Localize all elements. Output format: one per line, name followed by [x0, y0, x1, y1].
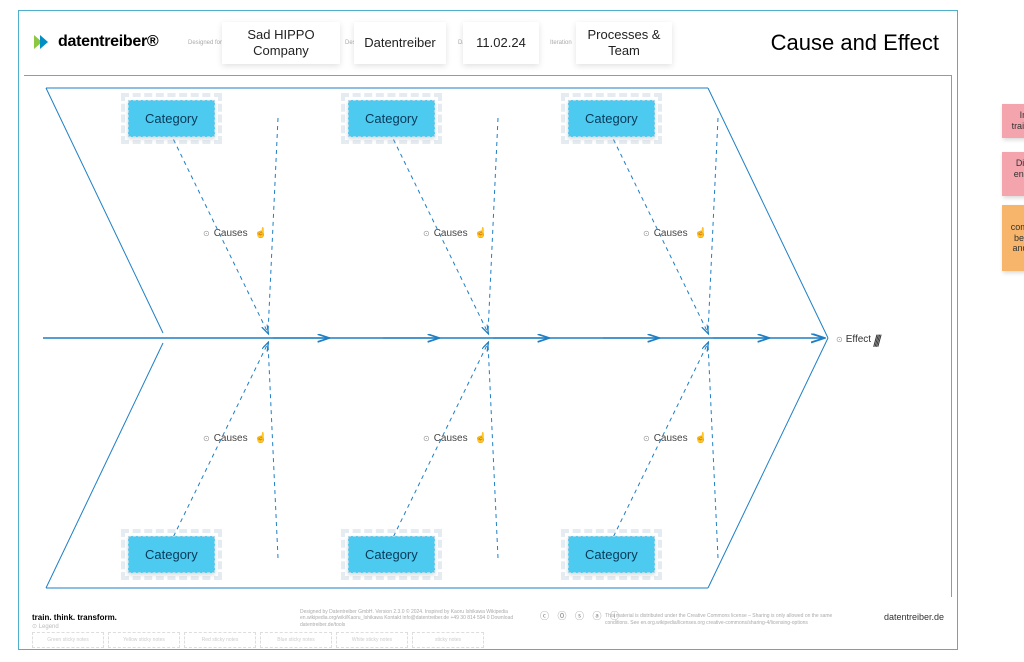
causes-label-t2: Causes — [423, 228, 487, 239]
effect-label: Effect |||| — [836, 332, 880, 347]
causes-label-b1: Causes — [203, 433, 267, 444]
fishbone-diagram: Category Category Category Category Cate… — [28, 78, 948, 588]
sticky-note-2[interactable]: Difficulties in ensuring data quality — [1002, 152, 1024, 196]
legend-title: ⊙ Legend — [32, 623, 59, 630]
sticky-note-3[interactable]: Lack of communication between data and m… — [1002, 205, 1024, 271]
sticky-note-1[interactable]: Insufficient training of staff — [1002, 104, 1024, 138]
legend-row: Green sticky notes Yellow sticky notes R… — [32, 632, 484, 648]
label-designed-for: Designed for — [188, 40, 222, 46]
causes-label-b3: Causes — [643, 433, 707, 444]
category-note-bottom-3[interactable]: Category — [568, 536, 655, 573]
fishbone-svg — [28, 78, 948, 598]
label-iteration: Iteration — [550, 40, 572, 46]
footer-license: This material is distributed under the C… — [605, 613, 835, 626]
logo-text: datentreiber® — [58, 33, 158, 51]
category-note-top-1[interactable]: Category — [128, 100, 215, 137]
page-title: Cause and Effect — [771, 30, 939, 56]
logo-icon — [32, 32, 52, 52]
category-note-top-2[interactable]: Category — [348, 100, 435, 137]
causes-label-t3: Causes — [643, 228, 707, 239]
causes-label-t1: Causes — [203, 228, 267, 239]
footer-credits: Designed by Datentreiber GmbH. Version 2… — [300, 609, 530, 629]
logo: datentreiber® — [32, 32, 158, 52]
field-iteration[interactable]: Processes & Team — [576, 22, 672, 64]
causes-label-b2: Causes — [423, 433, 487, 444]
category-note-bottom-1[interactable]: Category — [128, 536, 215, 573]
legend-box: Blue sticky notes — [260, 632, 332, 648]
legend-box: White sticky notes — [336, 632, 408, 648]
category-note-bottom-2[interactable]: Category — [348, 536, 435, 573]
footer-tagline: train. think. transform. — [32, 613, 117, 622]
legend-box: Yellow sticky notes — [108, 632, 180, 648]
footer-url: datentreiber.de — [884, 612, 944, 622]
legend-box: Red sticky notes — [184, 632, 256, 648]
field-designed-by[interactable]: Datentreiber — [354, 22, 446, 64]
field-designed-for[interactable]: Sad HIPPO Company — [222, 22, 340, 64]
legend-box: Green sticky notes — [32, 632, 104, 648]
field-date[interactable]: 11.02.24 — [463, 22, 539, 64]
legend-box: sticky notes — [412, 632, 484, 648]
category-note-top-3[interactable]: Category — [568, 100, 655, 137]
